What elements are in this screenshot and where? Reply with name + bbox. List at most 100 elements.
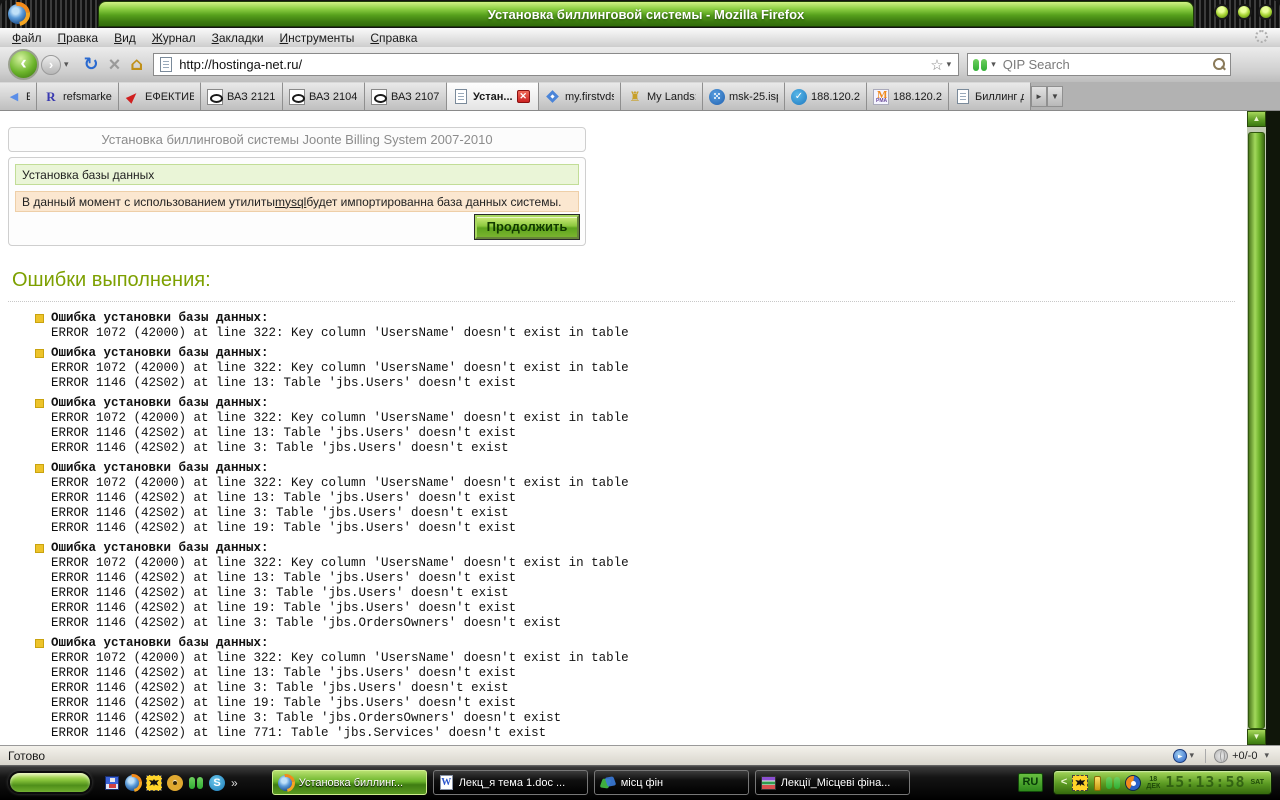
bat-icon[interactable] (146, 775, 162, 791)
error-entry: Ошибка установки базы данных:ERROR 1072 … (35, 346, 1231, 391)
firefox-icon[interactable] (125, 775, 141, 791)
close-button[interactable] (1258, 4, 1274, 20)
tab[interactable]: Биллинг дл... (949, 82, 1031, 110)
tab-label: My Lands: P... (647, 91, 696, 103)
stick-icon[interactable] (1092, 775, 1101, 791)
menu-item[interactable]: Правка (50, 29, 107, 47)
menu-item[interactable]: Инструменты (272, 29, 363, 47)
forward-button[interactable]: › (41, 55, 61, 75)
qip-icon[interactable] (1105, 775, 1121, 791)
lada-icon (371, 89, 387, 105)
tab[interactable]: ЕС... (0, 82, 37, 110)
reload-button[interactable]: ↻ (84, 56, 99, 74)
taskbar-button[interactable]: Лекції_Місцеві фіна... (755, 770, 910, 795)
firefox-icon (8, 4, 28, 24)
language-indicator[interactable]: RU (1018, 773, 1043, 792)
tab[interactable]: ВАЗ 2121 2... (201, 82, 283, 110)
session-manager-icon[interactable] (1173, 749, 1187, 763)
titlebar: Установка биллинговой системы - Mozilla … (0, 0, 1280, 28)
error-line: ERROR 1072 (42000) at line 322: Key colu… (51, 651, 629, 666)
tab-scroll-right-button[interactable]: ► (1031, 86, 1047, 107)
tab[interactable]: My Lands: P... (621, 82, 703, 110)
installer-header-box: Установка биллинговой системы Joonte Bil… (8, 127, 586, 152)
menu-item[interactable]: Вид (106, 29, 144, 47)
menu-item[interactable]: Закладки (204, 29, 272, 47)
bat-icon[interactable] (1072, 775, 1088, 791)
scroll-down-button[interactable]: ▼ (1247, 729, 1266, 745)
menu-item[interactable]: Справка (362, 29, 425, 47)
url-dropdown-icon[interactable]: ▾ (944, 59, 955, 70)
maximize-button[interactable] (1236, 4, 1252, 20)
folder-icon (600, 775, 616, 791)
tray-clock: 15:13:58 (1165, 775, 1245, 790)
tab[interactable]: ВАЗ 2104 2... (283, 82, 365, 110)
tab-label: ЕФЕКТИВН... (145, 91, 194, 103)
session-dropdown-icon[interactable]: ▾ (1187, 750, 1198, 761)
qip-icon (972, 57, 988, 73)
error-entry-label: Ошибка установки базы данных: (51, 461, 629, 476)
tab-list-all-button[interactable]: ▼ (1047, 86, 1063, 107)
tab[interactable]: my.firstvds.... (539, 82, 621, 110)
error-line: ERROR 1146 (42S02) at line 3: Table 'jbs… (51, 711, 629, 726)
notice-bar: В данный момент с использованием утилиты… (15, 191, 579, 212)
tab[interactable]: 188.120.22... (785, 82, 867, 110)
check-icon (791, 89, 807, 105)
history-dropdown-icon[interactable]: ▾ (61, 59, 72, 70)
vds-icon (545, 89, 561, 105)
error-line: ERROR 1072 (42000) at line 322: Key colu… (51, 326, 629, 341)
tray-pill: < 18 дек 15:13:58 SAT (1053, 770, 1272, 795)
home-button[interactable]: ⌂ (130, 56, 143, 74)
tray-collapse-icon[interactable]: < (1061, 777, 1067, 788)
dm-icon[interactable] (1125, 775, 1141, 791)
menu-item[interactable]: Файл (4, 29, 50, 47)
update-dropdown-icon[interactable]: ▾ (1261, 750, 1272, 761)
bullet-icon (35, 349, 44, 358)
tab[interactable]: msk-25.isps... (703, 82, 785, 110)
error-entry: Ошибка установки базы данных:ERROR 1072 … (35, 396, 1231, 456)
owl-icon[interactable] (167, 775, 183, 791)
scroll-up-button[interactable]: ▲ (1247, 111, 1266, 127)
tab-label: my.firstvds.... (565, 91, 614, 103)
tab-active[interactable]: Устан...✕ (447, 82, 539, 110)
search-icon[interactable] (1211, 57, 1226, 72)
url-input[interactable] (179, 57, 930, 72)
tab-label: Биллинг дл... (975, 91, 1024, 103)
stop-button[interactable]: × (109, 56, 121, 74)
taskbar-button[interactable]: місц фін (594, 770, 749, 795)
error-entry: Ошибка установки базы данных:ERROR 1072 … (35, 311, 1231, 341)
error-line: ERROR 1072 (42000) at line 322: Key colu… (51, 476, 629, 491)
error-line: ERROR 1146 (42S02) at line 13: Table 'jb… (51, 571, 629, 586)
notice-prefix: В данный момент с использованием утилиты (22, 195, 275, 209)
tab[interactable]: ЕФЕКТИВН... (119, 82, 201, 110)
minimize-button[interactable] (1214, 4, 1230, 20)
floppy-icon[interactable] (105, 776, 119, 790)
error-list: Ошибка установки базы данных:ERROR 1072 … (35, 311, 1231, 745)
mysql-link[interactable]: mysql (275, 195, 306, 209)
qip-icon[interactable] (188, 775, 204, 791)
tab[interactable]: refsmarket.... (37, 82, 119, 110)
scrollbar-thumb[interactable] (1248, 132, 1265, 729)
bookmark-star-icon[interactable]: ☆ (930, 56, 943, 74)
update-globe-icon[interactable] (1214, 749, 1228, 763)
taskbar-button[interactable]: Лекц_я тема 1.doc ... (433, 770, 588, 795)
search-input[interactable] (1003, 57, 1211, 72)
search-box: ▾ (967, 53, 1231, 76)
back-button[interactable]: ‹ (8, 49, 39, 80)
quick-launch-overflow-icon[interactable]: » (231, 776, 238, 790)
start-button[interactable] (8, 771, 92, 794)
tab[interactable]: ВАЗ 2107 2... (365, 82, 447, 110)
page-icon (455, 89, 467, 104)
continue-button[interactable]: Продолжить (475, 215, 579, 239)
pma-icon (873, 89, 889, 105)
menu-item[interactable]: Журнал (144, 29, 204, 47)
error-line: ERROR 1146 (42S02) at line 19: Table 'jb… (51, 521, 629, 536)
search-engine-dropdown-icon[interactable]: ▾ (988, 59, 999, 70)
isp-icon (709, 89, 725, 105)
skype-icon[interactable] (209, 775, 225, 791)
close-tab-icon[interactable]: ✕ (517, 90, 530, 103)
vertical-scrollbar[interactable]: ▲ ▼ (1247, 111, 1266, 745)
error-entry-label: Ошибка установки базы данных: (51, 346, 629, 361)
error-line: ERROR 1146 (42S02) at line 13: Table 'jb… (51, 666, 629, 681)
tab[interactable]: 188.120.22... (867, 82, 949, 110)
taskbar-button[interactable]: Установка биллинг... (272, 770, 427, 795)
